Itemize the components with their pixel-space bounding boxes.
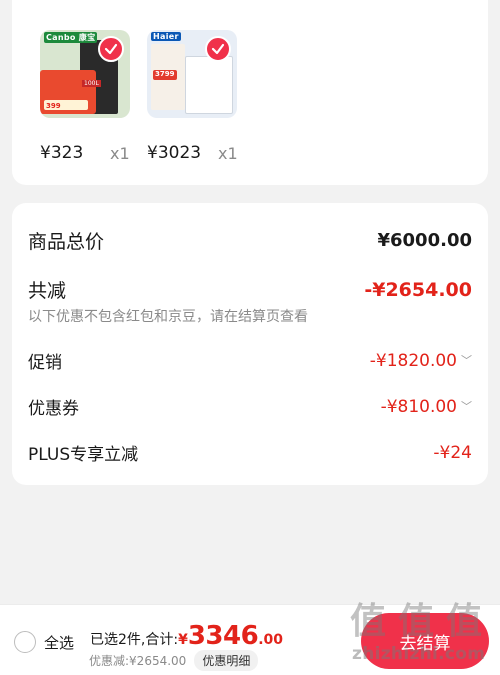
product-price: ¥323 <box>40 143 84 163</box>
product-quantity: x1 <box>110 144 130 163</box>
total-reduce-label: 共减 <box>28 280 67 302</box>
coupon-label: 优惠券 <box>28 399 79 419</box>
promotion-value: -¥1820.00 <box>369 350 457 371</box>
product-badge: 100L <box>82 80 101 87</box>
product-price: ¥3023 <box>147 143 202 163</box>
product-thumbnail-1[interactable]: Canbo 康宝 399 100L <box>40 30 130 118</box>
select-all-label[interactable]: 全选 <box>44 632 74 653</box>
radio-unchecked-icon[interactable] <box>14 631 36 653</box>
product-badge: 3799 <box>155 70 175 78</box>
coupon-row[interactable]: 优惠券 -¥810.00 ﹀ <box>28 394 472 420</box>
checkout-button[interactable]: 去结算 <box>361 613 489 669</box>
total-price-row: 商品总价 ¥6000.00 <box>28 227 472 254</box>
total-reduce-row: 共减 -¥2654.00 <box>28 276 472 303</box>
brand-logo: Haier <box>151 32 181 41</box>
discount-summary: 优惠减:¥2654.00 优惠明细 <box>89 650 259 671</box>
check-circle-icon[interactable] <box>205 36 231 62</box>
promotion-label: 促销 <box>28 353 62 373</box>
promotion-row[interactable]: 促销 -¥1820.00 ﹀ <box>28 348 472 374</box>
total-price-value: ¥6000.00 <box>377 230 472 251</box>
product-thumbnail-2[interactable]: Haier 3799 <box>147 30 237 118</box>
product-image-dishwasher <box>185 56 233 114</box>
currency-symbol: ¥ <box>178 632 188 648</box>
product-quantity: x1 <box>218 144 238 163</box>
plus-discount-value: -¥24 <box>433 442 472 463</box>
checkout-button-label: 去结算 <box>399 633 451 654</box>
price-summary-card: 商品总价 ¥6000.00 共减 -¥2654.00 以下优惠不包含红包和京豆，… <box>12 203 488 485</box>
discount-detail-button[interactable]: 优惠明细 <box>194 650 259 671</box>
total-amount-integer: 3346 <box>187 621 259 651</box>
coupon-value-group: -¥810.00 ﹀ <box>381 397 472 417</box>
brand-logo: Canbo 康宝 <box>44 32 98 43</box>
total-reduce-value: -¥2654.00 <box>364 278 472 301</box>
total-price-label: 商品总价 <box>28 231 105 253</box>
products-card: Canbo 康宝 399 100L Haier 3799 ¥323 x1 ¥30… <box>12 0 488 185</box>
plus-discount-label: PLUS专享立减 <box>28 445 139 465</box>
selected-count-text: 已选2件,合计: <box>90 632 179 648</box>
check-circle-icon[interactable] <box>98 36 124 62</box>
promotion-value-group: -¥1820.00 ﹀ <box>370 351 472 371</box>
plus-discount-row: PLUS专享立减 -¥24 <box>28 440 472 466</box>
discount-note: 以下优惠不包含红包和京豆，请在结算页查看 <box>28 309 308 325</box>
chevron-down-icon[interactable]: ﹀ <box>461 352 472 368</box>
chevron-down-icon[interactable]: ﹀ <box>461 398 472 414</box>
coupon-value: -¥810.00 <box>380 396 457 417</box>
product-badge: 399 <box>46 102 61 110</box>
discount-text: 优惠减:¥2654.00 <box>89 654 187 668</box>
selected-summary: 已选2件,合计: ¥ 3346 .00 <box>90 621 283 651</box>
checkout-bar: 全选 已选2件,合计: ¥ 3346 .00 优惠减:¥2654.00 优惠明细… <box>0 604 500 675</box>
total-amount-decimal: .00 <box>258 632 284 648</box>
